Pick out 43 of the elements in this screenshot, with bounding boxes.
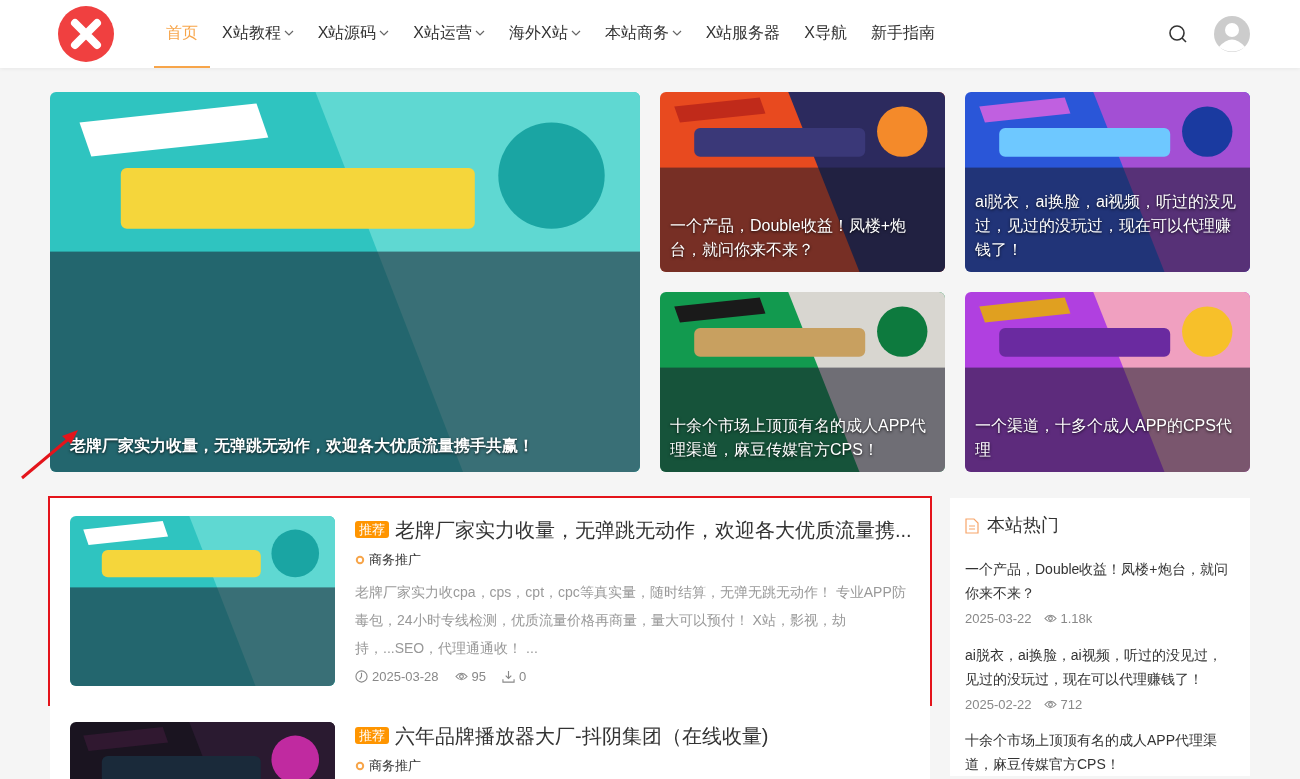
recommend-tag: 推荐 bbox=[355, 727, 389, 744]
banner-caption: 十余个市场上顶顶有名的成人APP代理渠道，麻豆传媒官方CPS！ bbox=[670, 416, 927, 460]
nav-link[interactable]: 海外X站 bbox=[497, 0, 593, 68]
document-icon bbox=[965, 517, 979, 534]
logo-icon[interactable] bbox=[58, 6, 114, 62]
post-title-text: 老牌厂家实力收量，无弹跳无动作，欢迎各大优质流量携... bbox=[395, 519, 912, 541]
nav-link[interactable]: X站教程 bbox=[210, 0, 306, 68]
ring-icon bbox=[355, 760, 365, 771]
category-link[interactable]: 商务推广 bbox=[355, 756, 910, 776]
banner-card[interactable]: 十余个市场上顶顶有名的成人APP代理渠道，麻豆传媒官方CPS！ bbox=[660, 292, 945, 472]
hot-post-link[interactable]: ai脱衣，ai换脸，ai视频，听过的没见过，见过的没玩过，现在可以代理赚钱了！ bbox=[965, 642, 1235, 691]
banner-card[interactable]: 一个产品，Double收益！凤楼+炮台，就问你来不来？ bbox=[660, 92, 945, 272]
banner-card[interactable]: 一个渠道，十多个成人APP的CPS代理 bbox=[965, 292, 1250, 472]
nav-link[interactable]: X导航 bbox=[792, 0, 860, 68]
nav-link[interactable]: 本站商务 bbox=[592, 0, 694, 68]
clock-icon bbox=[355, 669, 368, 683]
nav-link[interactable]: X站服务器 bbox=[693, 0, 793, 68]
view-count: 95 bbox=[471, 667, 486, 686]
panel-title: 本站热门 bbox=[987, 514, 1059, 537]
recommend-tag: 推荐 bbox=[355, 521, 389, 538]
nav-link[interactable]: 新手指南 bbox=[859, 0, 948, 68]
post-excerpt: 老牌厂家实力收cpa，cps，cpt，cpc等真实量，随时结算，无弹无跳无动作！ 专业APP防毒包，24小时专线检测，优质流量价格再商量，量大可以预付！ X站，影视，劫持，...SEO，代理通通收！ ... bbox=[355, 582, 907, 658]
nav-link[interactable]: X站运营 bbox=[401, 0, 497, 68]
banner-caption: 一个产品，Double收益！凤楼+炮台，就问你来不来？ bbox=[670, 216, 908, 260]
search-icon[interactable] bbox=[1168, 24, 1188, 44]
view-count: 712 bbox=[1060, 695, 1083, 714]
nav-link[interactable]: X站源码 bbox=[305, 0, 402, 68]
hot-post-link[interactable]: 十余个市场上顶顶有名的成人APP代理渠道，麻豆传媒官方CPS！ bbox=[965, 728, 1235, 776]
post-date: 2025-02-22 bbox=[965, 695, 1032, 714]
ring-icon bbox=[355, 554, 365, 565]
banner-caption: ai脱衣，ai换脸，ai视频，听过的没见过，见过的没玩过，现在可以代理赚钱了！ bbox=[975, 192, 1238, 260]
banner-caption: 老牌厂家实力收量，无弹跳无动作，欢迎各大优质流量携手共赢！ bbox=[70, 436, 535, 456]
post-date: 2025-03-22 bbox=[965, 610, 1032, 628]
category-link[interactable]: 商务推广 bbox=[355, 550, 910, 570]
banner-card[interactable]: 老牌厂家实力收量，无弹跳无动作，欢迎各大优质流量携手共赢！ bbox=[50, 92, 640, 472]
banner-caption: 一个渠道，十多个成人APP的CPS代理 bbox=[975, 416, 1233, 460]
post-title-text: 六年品牌播放器大厂-抖阴集团（在线收量) bbox=[395, 725, 769, 747]
hot-post-link[interactable]: 一个产品，Double收益！凤楼+炮台，就问你来不来？ bbox=[965, 557, 1235, 605]
view-count: 1.18k bbox=[1060, 610, 1093, 628]
banner-card[interactable]: ai脱衣，ai换脸，ai视频，听过的没见过，见过的没玩过，现在可以代理赚钱了！ bbox=[965, 92, 1250, 272]
post-date: 2025-03-28 bbox=[372, 667, 439, 686]
download-icon bbox=[501, 669, 515, 683]
download-count: 0 bbox=[518, 667, 527, 686]
